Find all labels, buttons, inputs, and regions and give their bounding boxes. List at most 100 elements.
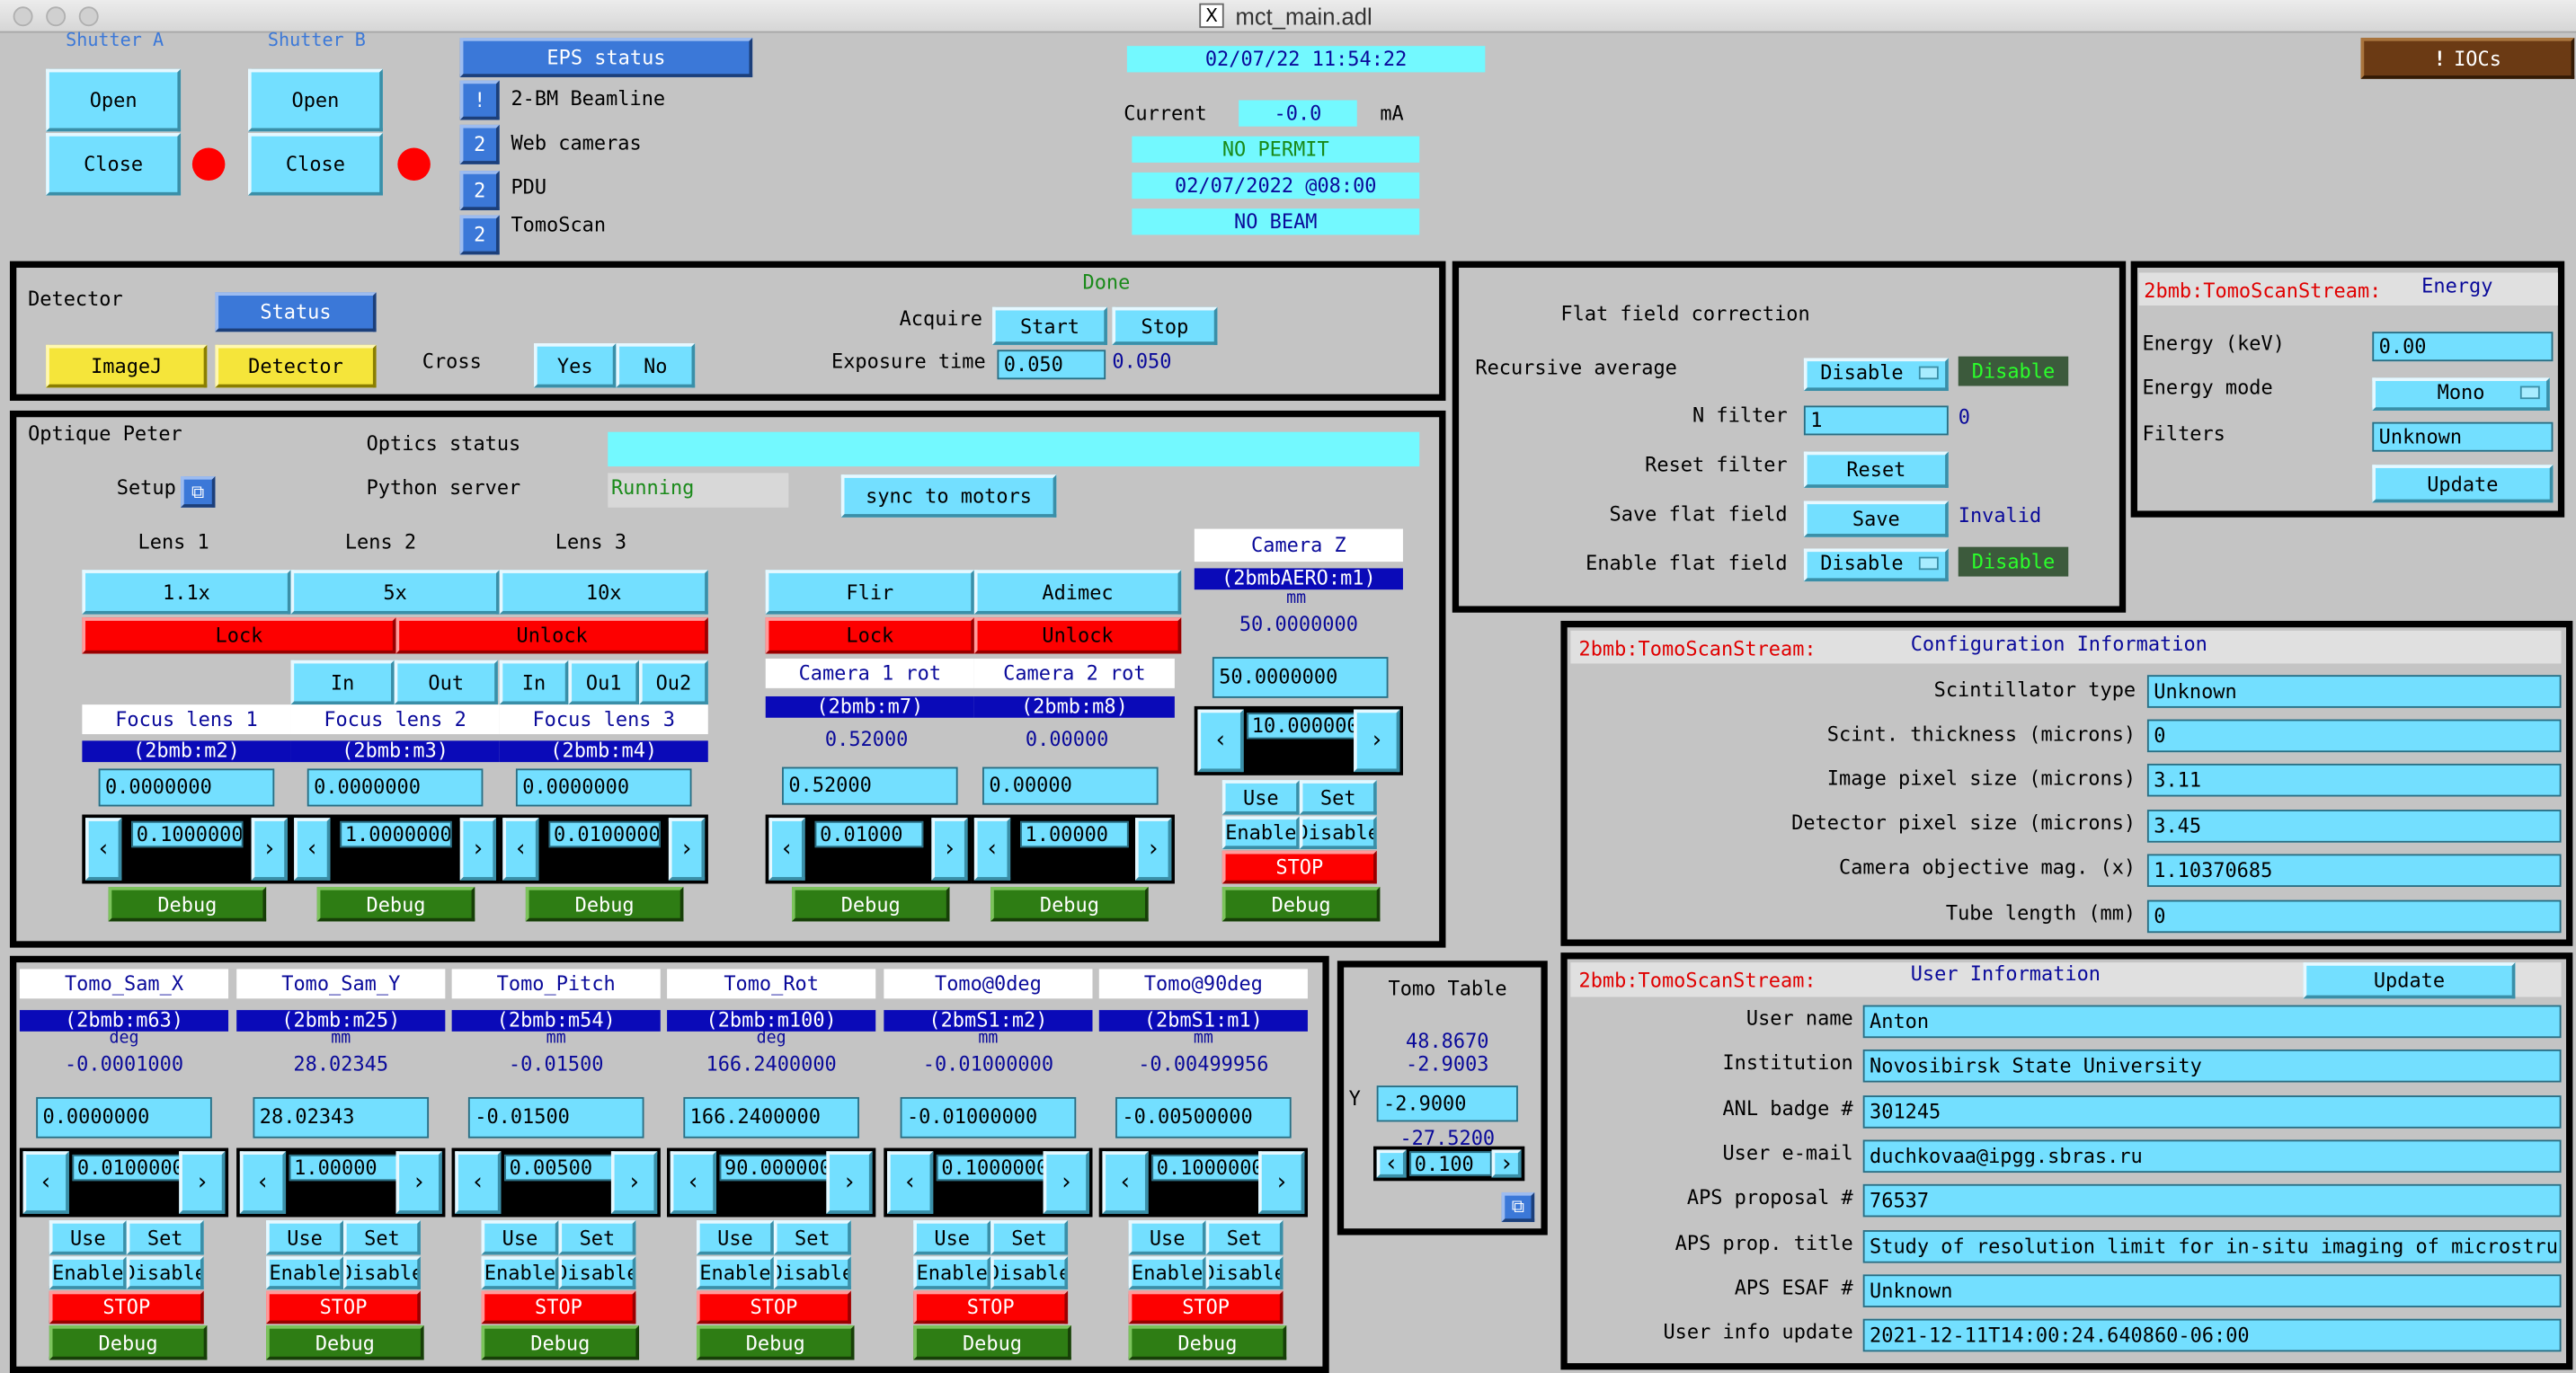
camera-z-enable-button[interactable]: Enable [1221, 816, 1300, 849]
shutter-a-close-button[interactable]: Close [46, 133, 182, 196]
tweak-right-icon[interactable]: › [179, 1151, 226, 1214]
n-filter-input[interactable]: 1 [1803, 405, 1949, 436]
camera-2-rot-step[interactable]: 1.00000 [1020, 820, 1129, 848]
cross-yes-button[interactable]: Yes [534, 343, 617, 388]
tweak-right-icon[interactable]: › [1491, 1149, 1522, 1178]
shutter-a-open-button[interactable]: Open [46, 68, 182, 132]
energy-kev-input[interactable]: 0.00 [2372, 332, 2554, 362]
setup-related-display-button[interactable]: ⧉ [181, 476, 216, 508]
institution-input[interactable]: Novosibirsk State University [1862, 1050, 2562, 1084]
tomo-table-related-display-button[interactable]: ⧉ [1501, 1191, 1535, 1222]
tweak-left-icon[interactable]: ‹ [1102, 1151, 1149, 1214]
tweak-left-icon[interactable]: ‹ [768, 818, 805, 881]
tomo-rot-step[interactable]: 90.0000000 [719, 1154, 829, 1182]
tomoscan-button[interactable]: 2 [459, 215, 500, 255]
anl-badge-input[interactable]: 301245 [1862, 1094, 2562, 1128]
user-name-input[interactable]: Anton [1862, 1005, 2562, 1039]
tomo-rot-debug-button[interactable]: Debug [696, 1325, 855, 1360]
tomo-sam-x-step[interactable]: 0.0100000 [72, 1154, 182, 1182]
tomo-table-y-input[interactable]: -2.9000 [1376, 1085, 1518, 1122]
tweak-left-icon[interactable]: ‹ [887, 1151, 934, 1214]
tomo-90deg-set-button[interactable]: Set [1205, 1220, 1284, 1255]
adimec-button[interactable]: Adimec [973, 570, 1182, 615]
acquire-stop-button[interactable]: Stop [1112, 306, 1218, 345]
tweak-left-icon[interactable]: ‹ [22, 1151, 69, 1214]
tweak-right-icon[interactable]: › [1258, 1151, 1305, 1214]
tomo-0deg-input[interactable]: -0.01000000 [900, 1096, 1077, 1138]
tomo-table-step[interactable]: 0.100 [1409, 1151, 1492, 1176]
lens-lock-button[interactable]: Lock [82, 617, 396, 654]
tomo-rot-enable-button[interactable]: Enable [696, 1256, 774, 1289]
tomo-pitch-debug-button[interactable]: Debug [481, 1325, 640, 1360]
tweak-right-icon[interactable]: › [459, 818, 496, 881]
tomo-0deg-disable-button[interactable]: Disable [990, 1256, 1069, 1289]
tweak-left-icon[interactable]: ‹ [294, 818, 331, 881]
tweak-right-icon[interactable]: › [1354, 709, 1400, 773]
exposure-input[interactable]: 0.050 [997, 350, 1106, 380]
camera-z-input[interactable]: 50.0000000 [1212, 657, 1389, 698]
focus-1-input[interactable]: 0.0000000 [98, 768, 275, 807]
focus-1-debug-button[interactable]: Debug [108, 887, 267, 922]
acquire-start-button[interactable]: Start [991, 306, 1107, 345]
tomo-pitch-input[interactable]: -0.01500 [467, 1096, 644, 1138]
web-cameras-button[interactable]: 2 [459, 124, 500, 164]
tomo-sam-x-use-button[interactable]: Use [49, 1220, 127, 1255]
tomo-sam-y-input[interactable]: 28.02343 [253, 1096, 430, 1138]
sync-to-motors-button[interactable]: sync to motors [840, 474, 1057, 518]
tomo-sam-x-debug-button[interactable]: Debug [49, 1325, 208, 1360]
tweak-right-icon[interactable]: › [931, 818, 968, 881]
tomo-90deg-stop-button[interactable]: STOP [1128, 1290, 1284, 1324]
tweak-right-icon[interactable]: › [610, 1151, 658, 1214]
scint-thickness-input[interactable]: 0 [2146, 719, 2562, 753]
tweak-left-icon[interactable]: ‹ [85, 818, 122, 881]
focus-3-step[interactable]: 0.0100000 [548, 820, 661, 848]
imagej-button[interactable]: ImageJ [46, 344, 208, 388]
tweak-left-icon[interactable]: ‹ [1376, 1149, 1407, 1178]
enable-flat-menu[interactable]: Disable [1803, 548, 1949, 582]
tweak-right-icon[interactable]: › [395, 1151, 442, 1214]
tomo-sam-y-debug-button[interactable]: Debug [266, 1325, 424, 1360]
tweak-left-icon[interactable]: ‹ [973, 818, 1011, 881]
tomo-90deg-debug-button[interactable]: Debug [1128, 1325, 1287, 1360]
tweak-left-icon[interactable]: ‹ [670, 1151, 716, 1214]
detector-status-button[interactable]: Status [215, 292, 377, 332]
tomo-90deg-disable-button[interactable]: Disable [1205, 1256, 1284, 1289]
shutter-b-close-button[interactable]: Close [247, 133, 383, 196]
user-info-update-button[interactable]: Update [2303, 962, 2516, 999]
recursive-average-menu[interactable]: Disable [1803, 358, 1949, 392]
image-pixel-size-input[interactable]: 3.11 [2146, 763, 2562, 797]
tomo-rot-set-button[interactable]: Set [773, 1220, 851, 1255]
tomo-sam-y-use-button[interactable]: Use [266, 1220, 344, 1255]
tweak-right-icon[interactable]: › [1135, 818, 1172, 881]
tomo-pitch-step[interactable]: 0.00500 [504, 1154, 613, 1182]
user-email-input[interactable]: duchkovaa@ipgg.sbras.ru [1862, 1139, 2562, 1173]
tomo-pitch-enable-button[interactable]: Enable [481, 1256, 559, 1289]
focus-2-step[interactable]: 1.0000000 [340, 820, 452, 848]
camera-z-use-button[interactable]: Use [1221, 780, 1300, 815]
tomo-sam-x-enable-button[interactable]: Enable [49, 1256, 127, 1289]
tomo-pitch-disable-button[interactable]: Disable [558, 1256, 636, 1289]
reset-filter-button[interactable]: Reset [1803, 451, 1949, 488]
lens3-out2-button[interactable]: Ou2 [639, 660, 708, 705]
beamline-related-display-button[interactable]: ! [459, 80, 500, 120]
aps-proposal-input[interactable]: 76537 [1862, 1184, 2562, 1218]
focus-3-debug-button[interactable]: Debug [525, 887, 684, 922]
tweak-right-icon[interactable]: › [826, 1151, 873, 1214]
eps-status-button[interactable]: EPS status [459, 38, 753, 77]
camera-objective-mag-input[interactable]: 1.10370685 [2146, 854, 2562, 888]
tweak-left-icon[interactable]: ‹ [239, 1151, 287, 1214]
tweak-right-icon[interactable]: › [1043, 1151, 1089, 1214]
camera-lock-button[interactable]: Lock [765, 617, 974, 654]
tomo-90deg-use-button[interactable]: Use [1128, 1220, 1206, 1255]
camera-1-rot-input[interactable]: 0.52000 [782, 766, 958, 805]
save-flat-button[interactable]: Save [1803, 500, 1949, 537]
camera-1-rot-debug-button[interactable]: Debug [791, 887, 950, 922]
close-window-button[interactable] [13, 6, 33, 27]
tomo-rot-use-button[interactable]: Use [696, 1220, 774, 1255]
focus-2-input[interactable]: 0.0000000 [306, 768, 484, 807]
tomo-sam-y-step[interactable]: 1.00000 [289, 1154, 398, 1182]
tomo-pitch-stop-button[interactable]: STOP [481, 1290, 636, 1324]
camera-z-stop-button[interactable]: STOP [1221, 850, 1377, 884]
camera-2-rot-input[interactable]: 0.00000 [982, 766, 1159, 805]
aps-esaf-input[interactable]: Unknown [1862, 1274, 2562, 1307]
